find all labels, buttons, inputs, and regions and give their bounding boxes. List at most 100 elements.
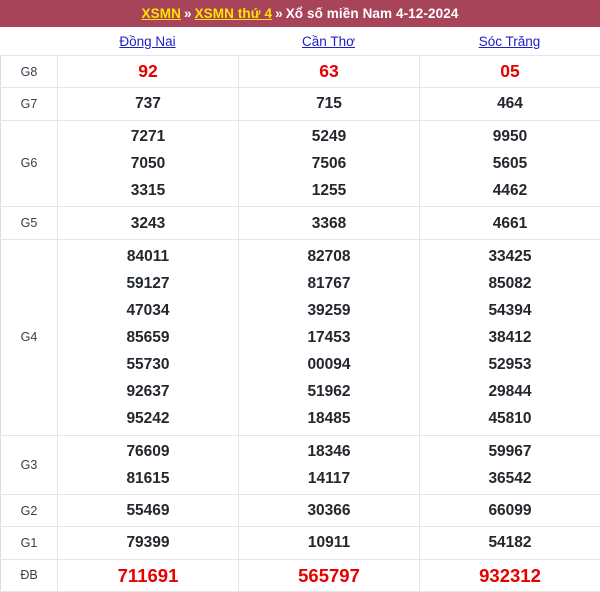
result-cell-g6-1: 7271 7050 3315 bbox=[57, 119, 239, 208]
breadcrumb-link-xsmn-thu-4[interactable]: XSMN thứ 4 bbox=[195, 6, 273, 21]
breadcrumb-separator-1: » bbox=[183, 6, 192, 21]
lottery-number: 17453 bbox=[307, 328, 351, 346]
table-row: G2 55469 30366 66099 bbox=[0, 494, 600, 528]
prize-label-g7: G7 bbox=[0, 87, 58, 121]
result-cell-g4-2: 82708 81767 39259 17453 00094 51962 18485 bbox=[238, 238, 420, 436]
lottery-number: 5249 bbox=[311, 127, 347, 145]
lottery-number: 711691 bbox=[117, 564, 179, 586]
prize-label-g6: G6 bbox=[0, 119, 58, 208]
result-cell-g5-3: 4661 bbox=[419, 206, 600, 240]
lottery-number: 4661 bbox=[492, 214, 528, 232]
lottery-number: 5605 bbox=[492, 154, 528, 172]
lottery-number: 30366 bbox=[307, 502, 351, 520]
result-cell-b-2: 565797 bbox=[238, 558, 420, 592]
prize-label-g8: G8 bbox=[0, 54, 58, 89]
lottery-number: 45810 bbox=[488, 409, 532, 427]
lottery-number: 932312 bbox=[479, 564, 541, 586]
result-cell-g6-3: 9950 5605 4462 bbox=[419, 119, 600, 208]
table-row: G8 92 63 05 bbox=[0, 54, 600, 89]
lottery-number: 14117 bbox=[307, 469, 351, 487]
breadcrumb-title-bar: XSMN » XSMN thứ 4 » Xổ số miền Nam 4-12-… bbox=[0, 0, 600, 27]
lottery-number: 92 bbox=[138, 61, 158, 82]
lottery-number: 9950 bbox=[492, 127, 528, 145]
table-row: G6 7271 7050 3315 5249 7506 1255 9950 5605 4462 bbox=[0, 119, 600, 208]
lottery-number: 52953 bbox=[488, 355, 532, 373]
result-cell-g2-1: 55469 bbox=[57, 494, 239, 528]
lottery-number: 47034 bbox=[126, 301, 170, 319]
result-cell-g1-3: 54182 bbox=[419, 526, 600, 560]
lottery-number: 33425 bbox=[488, 247, 532, 265]
lottery-number: 54394 bbox=[488, 301, 532, 319]
result-cell-g7-2: 715 bbox=[238, 87, 420, 121]
result-cell-g2-2: 30366 bbox=[238, 494, 420, 528]
result-cell-g7-3: 464 bbox=[419, 87, 600, 121]
lottery-number: 05 bbox=[500, 61, 520, 82]
lottery-number: 55469 bbox=[126, 502, 170, 520]
breadcrumb-link-xsmn[interactable]: XSMN bbox=[142, 6, 181, 21]
lottery-number: 63 bbox=[319, 61, 339, 82]
lottery-number: 565797 bbox=[298, 564, 360, 586]
lottery-number: 81615 bbox=[126, 469, 170, 487]
result-cell-g4-1: 84011 59127 47034 85659 55730 92637 95242 bbox=[57, 238, 239, 436]
result-cell-g8-2: 63 bbox=[238, 54, 420, 89]
result-cell-b-1: 711691 bbox=[57, 558, 239, 592]
lottery-number: 95242 bbox=[126, 409, 170, 427]
province-link-soc-trang[interactable]: Sóc Trăng bbox=[479, 34, 541, 49]
lottery-number: 55730 bbox=[126, 355, 170, 373]
province-link-dong-nai[interactable]: Đồng Nai bbox=[119, 34, 175, 49]
result-cell-g6-2: 5249 7506 1255 bbox=[238, 119, 420, 208]
lottery-number: 3315 bbox=[130, 181, 166, 199]
lottery-number: 7506 bbox=[311, 154, 347, 172]
lottery-number: 81767 bbox=[307, 274, 351, 292]
result-cell-g7-1: 737 bbox=[57, 87, 239, 121]
table-row: G7 737 715 464 bbox=[0, 87, 600, 121]
lottery-number: 737 bbox=[135, 95, 161, 113]
lottery-number: 7271 bbox=[130, 127, 166, 145]
lottery-number: 76609 bbox=[126, 442, 170, 460]
lottery-number: 18485 bbox=[307, 409, 351, 427]
lottery-results-page: XSMN » XSMN thứ 4 » Xổ số miền Nam 4-12-… bbox=[0, 0, 600, 592]
prize-label-g5: G5 bbox=[0, 206, 58, 240]
result-cell-g1-1: 79399 bbox=[57, 526, 239, 560]
province-header-cell-1: Đồng Nai bbox=[57, 27, 238, 55]
prize-label-g2: G2 bbox=[0, 494, 58, 528]
lottery-number: 59967 bbox=[488, 442, 532, 460]
lottery-number: 38412 bbox=[488, 328, 532, 346]
province-header-spacer bbox=[0, 27, 57, 55]
province-header-cell-2: Cần Thơ bbox=[238, 27, 419, 55]
result-cell-b-3: 932312 bbox=[419, 558, 600, 592]
table-row: G5 3243 3368 4661 bbox=[0, 206, 600, 240]
result-cell-g5-1: 3243 bbox=[57, 206, 239, 240]
lottery-number: 1255 bbox=[311, 181, 347, 199]
table-row: G1 79399 10911 54182 bbox=[0, 526, 600, 560]
lottery-number: 54182 bbox=[488, 534, 532, 552]
result-cell-g3-1: 76609 81615 bbox=[57, 434, 239, 496]
lottery-number: 3243 bbox=[130, 214, 166, 232]
table-row: G4 84011 59127 47034 85659 55730 92637 95242 827… bbox=[0, 238, 600, 436]
lottery-number: 85659 bbox=[126, 328, 170, 346]
result-cell-g2-3: 66099 bbox=[419, 494, 600, 528]
result-cell-g1-2: 10911 bbox=[238, 526, 420, 560]
lottery-number: 59127 bbox=[126, 274, 170, 292]
lottery-results-body: G8 92 63 05 G7 737 715 464 G6 7271 7050 3315 5249 750… bbox=[0, 54, 600, 592]
province-header-cell-3: Sóc Trăng bbox=[419, 27, 600, 55]
lottery-number: 29844 bbox=[488, 382, 532, 400]
lottery-number: 464 bbox=[497, 95, 523, 113]
breadcrumb-separator-2: » bbox=[275, 6, 283, 21]
table-row: G3 76609 81615 18346 14117 59967 36542 bbox=[0, 434, 600, 496]
lottery-number: 82708 bbox=[307, 247, 351, 265]
lottery-number: 85082 bbox=[488, 274, 532, 292]
result-cell-g8-3: 05 bbox=[419, 54, 600, 89]
result-cell-g3-3: 59967 36542 bbox=[419, 434, 600, 496]
lottery-number: 18346 bbox=[307, 442, 351, 460]
lottery-number: 84011 bbox=[126, 247, 170, 265]
lottery-number: 51962 bbox=[307, 382, 351, 400]
province-link-can-tho[interactable]: Cần Thơ bbox=[302, 34, 355, 49]
prize-label-g1: G1 bbox=[0, 526, 58, 560]
page-title: Xổ số miền Nam 4-12-2024 bbox=[285, 6, 459, 21]
lottery-number: 4462 bbox=[492, 181, 528, 199]
result-cell-g5-2: 3368 bbox=[238, 206, 420, 240]
prize-label-g4: G4 bbox=[0, 238, 58, 436]
lottery-number: 00094 bbox=[307, 355, 351, 373]
lottery-number: 36542 bbox=[488, 469, 532, 487]
